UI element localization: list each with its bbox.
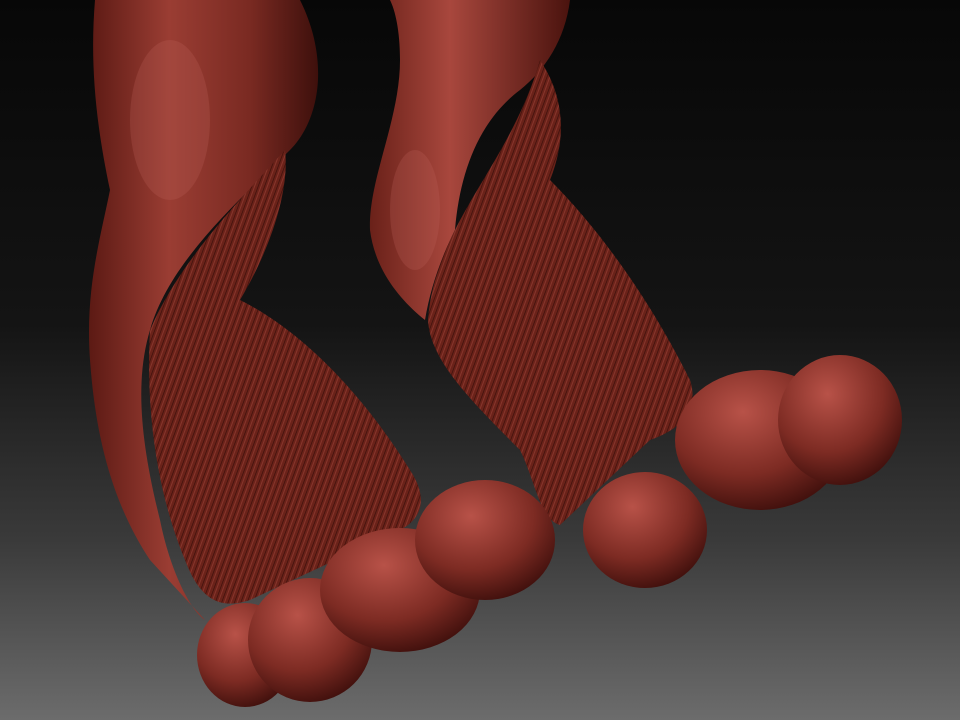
left-toe-4 — [415, 480, 555, 600]
left-leg-highlight — [130, 40, 210, 200]
right-leg-highlight — [390, 150, 440, 270]
sculpt-model[interactable] — [0, 0, 960, 720]
right-toe-3 — [778, 355, 902, 485]
right-toe-1 — [583, 472, 707, 588]
sculpt-viewport[interactable] — [0, 0, 960, 720]
